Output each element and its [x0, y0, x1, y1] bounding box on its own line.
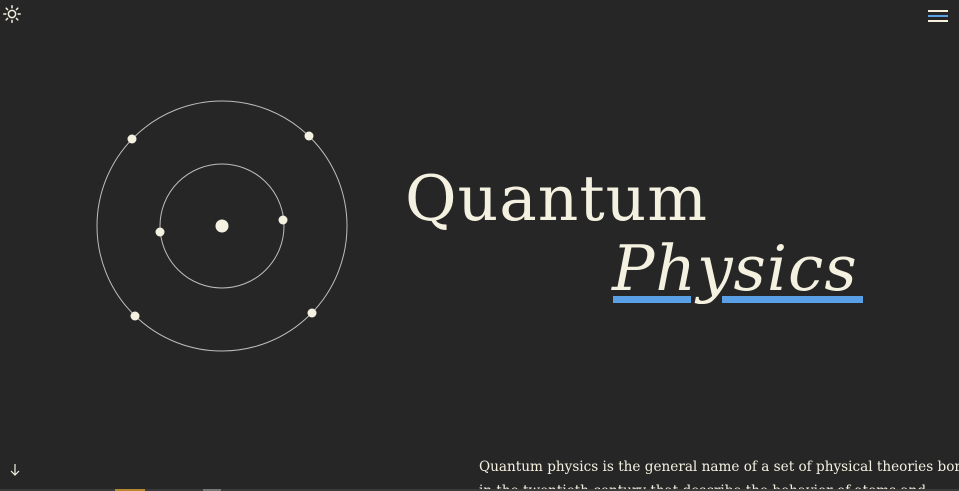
intro-paragraph: Quantum physics is the general name of a…: [479, 455, 959, 491]
title-line-physics: Physics: [612, 232, 858, 305]
electron: [278, 215, 288, 225]
sun-icon: [3, 5, 21, 23]
title-line-quantum: Quantum: [405, 162, 708, 235]
scroll-down-button[interactable]: [8, 462, 22, 478]
page: Quantum Physics Quantum physics is the g…: [0, 0, 959, 491]
arrow-down-icon: [10, 464, 20, 476]
electron: [304, 131, 314, 141]
electron: [307, 308, 317, 318]
intro-line: Quantum physics is the general name of a…: [479, 459, 959, 475]
electron: [130, 311, 140, 321]
electron: [155, 227, 165, 237]
electron: [127, 134, 137, 144]
atom-orbit-icon: [96, 100, 348, 352]
theme-toggle-button[interactable]: [3, 5, 21, 23]
nucleus: [215, 219, 229, 233]
menu-button[interactable]: [928, 8, 950, 24]
